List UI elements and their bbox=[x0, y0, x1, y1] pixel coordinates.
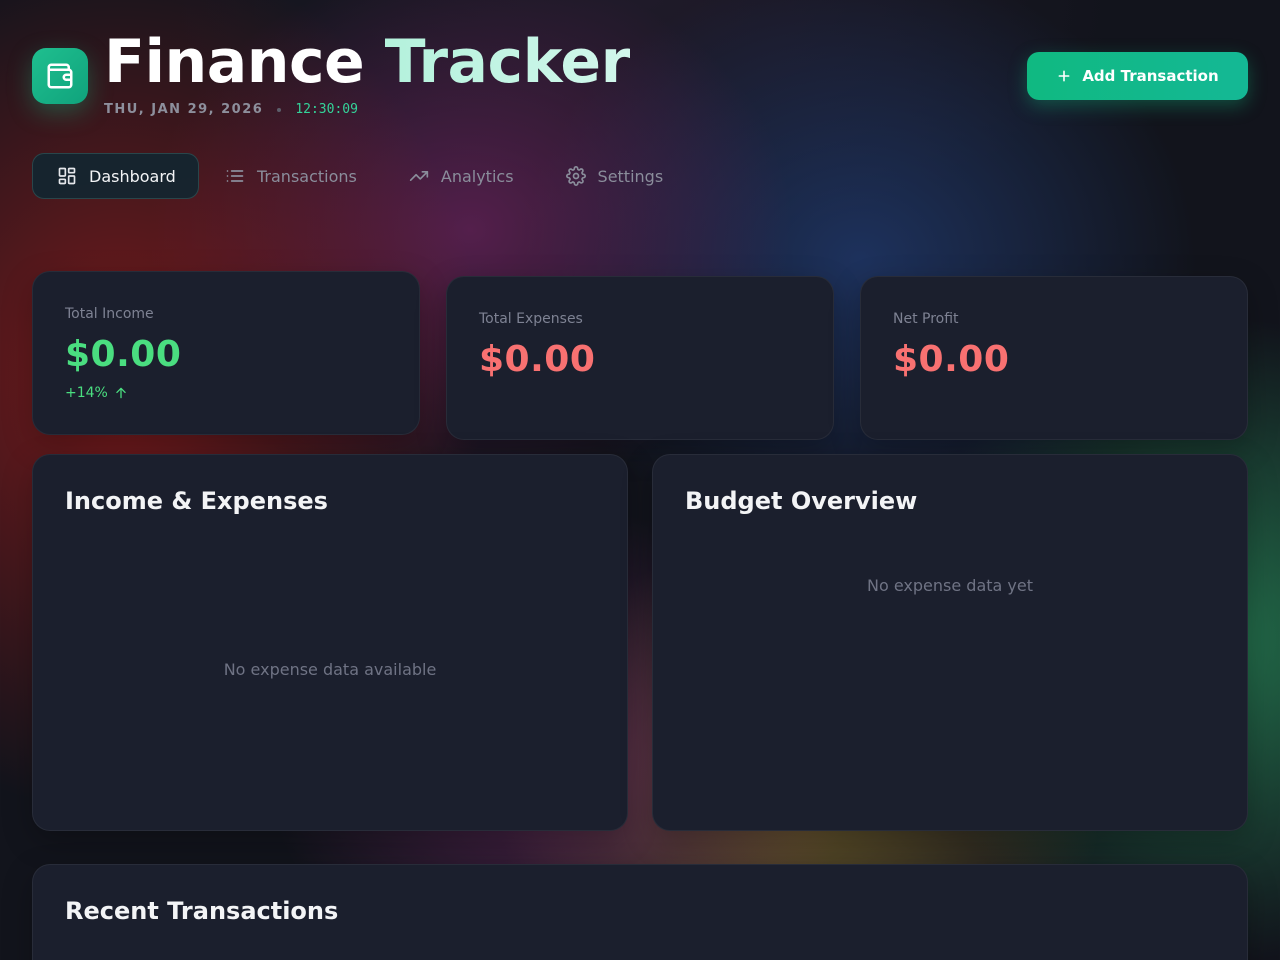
total-income-card: Total Income $0.00 +14% bbox=[32, 271, 420, 435]
add-transaction-button[interactable]: Add Transaction bbox=[1027, 52, 1248, 100]
total-income-value: $0.00 bbox=[65, 334, 182, 375]
dashboard-page: Finance Tracker THU, JAN 29, 2026 12:30:… bbox=[0, 0, 1280, 960]
date-time-bar: THU, JAN 29, 2026 12:30:09 bbox=[104, 101, 358, 119]
tab-dashboard-label: Dashboard bbox=[89, 166, 176, 186]
income-trend: +14% bbox=[65, 385, 128, 401]
trending-up-icon bbox=[409, 166, 429, 186]
recent-transactions-panel: Recent Transactions bbox=[32, 864, 1248, 960]
net-profit-card: Net Profit $0.00 bbox=[860, 276, 1248, 440]
total-expenses-card: Total Expenses $0.00 bbox=[446, 276, 834, 440]
tab-settings[interactable]: Settings bbox=[542, 153, 688, 199]
main-nav: Dashboard Transactions Analytics Setting… bbox=[32, 152, 687, 200]
title-part-finance: Finance bbox=[104, 27, 365, 97]
tab-transactions[interactable]: Transactions bbox=[201, 153, 381, 199]
net-profit-value: $0.00 bbox=[893, 339, 1010, 380]
current-date: THU, JAN 29, 2026 bbox=[104, 102, 264, 117]
income-expenses-panel: Income & Expenses No expense data availa… bbox=[32, 454, 628, 831]
total-expenses-label: Total Expenses bbox=[479, 311, 583, 327]
income-expenses-title: Income & Expenses bbox=[65, 487, 328, 515]
budget-overview-empty-state: No expense data yet bbox=[867, 576, 1033, 595]
budget-overview-panel: Budget Overview No expense data yet bbox=[652, 454, 1248, 831]
tab-analytics[interactable]: Analytics bbox=[385, 153, 538, 199]
arrow-up-icon bbox=[114, 386, 128, 400]
tab-analytics-label: Analytics bbox=[440, 166, 514, 186]
budget-overview-title: Budget Overview bbox=[685, 487, 918, 515]
tab-settings-label: Settings bbox=[597, 166, 664, 186]
tab-dashboard[interactable]: Dashboard bbox=[32, 153, 199, 199]
separator-dot bbox=[277, 108, 282, 112]
income-expenses-empty-state: No expense data available bbox=[223, 660, 437, 679]
plus-icon bbox=[1056, 68, 1072, 84]
add-transaction-label: Add Transaction bbox=[1082, 67, 1219, 85]
title-part-tracker: Tracker bbox=[384, 27, 631, 97]
page-title: Finance Tracker bbox=[104, 26, 630, 98]
wallet-icon bbox=[45, 61, 75, 91]
total-expenses-value: $0.00 bbox=[479, 339, 596, 380]
income-trend-value: +14% bbox=[65, 385, 108, 401]
tab-transactions-label: Transactions bbox=[257, 166, 357, 186]
dashboard-icon bbox=[57, 166, 77, 186]
recent-transactions-title: Recent Transactions bbox=[65, 897, 339, 925]
list-icon bbox=[225, 166, 245, 186]
app-logo bbox=[32, 48, 88, 104]
net-profit-label: Net Profit bbox=[893, 311, 959, 327]
current-time: 12:30:09 bbox=[295, 102, 358, 117]
total-income-label: Total Income bbox=[65, 306, 154, 322]
gear-icon bbox=[565, 166, 586, 186]
